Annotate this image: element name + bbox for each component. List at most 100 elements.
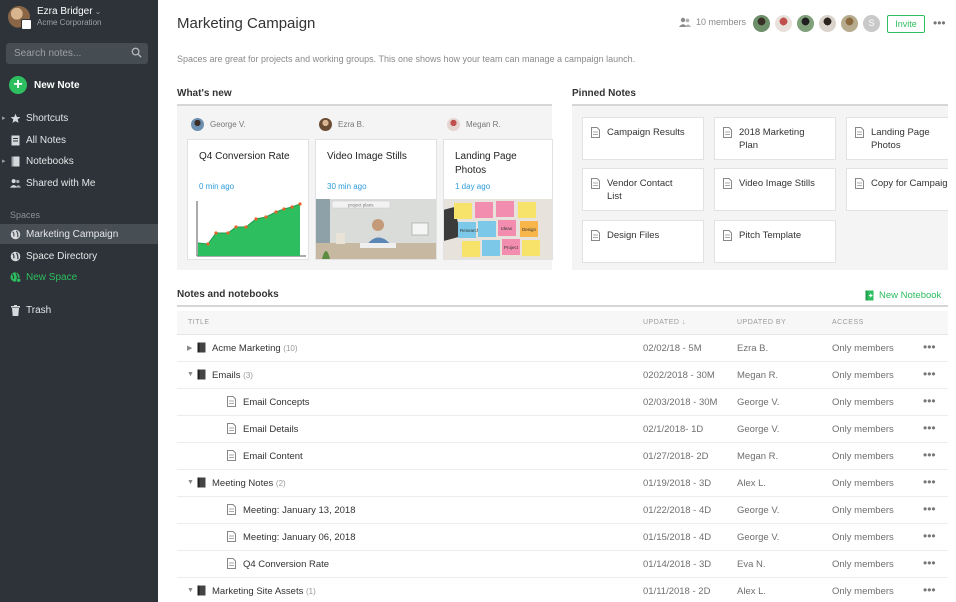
row-more-icon[interactable]: •••	[923, 421, 936, 435]
pinned-note[interactable]: Pitch Template	[714, 220, 836, 263]
sidebar-item-new-space[interactable]: New Space	[0, 267, 158, 287]
new-note-button[interactable]: + New Note	[9, 76, 80, 94]
account-names: Ezra Bridger ⌄ Acme Corporation	[37, 6, 101, 28]
table-row[interactable]: ▶ Acme Marketing (10) 02/02/18 - 5M Ezra…	[177, 335, 948, 362]
col-access[interactable]: ACCESS	[832, 319, 864, 326]
collapse-arrow-icon[interactable]: ▼	[187, 371, 194, 378]
pinned-note[interactable]: Design Files	[582, 220, 704, 263]
row-more-icon[interactable]: •••	[923, 340, 936, 354]
row-updated-by: Alex L.	[737, 586, 767, 597]
table-row[interactable]: ▼ Marketing Site Assets (1) 01/11/2018 -…	[177, 578, 948, 602]
row-more-icon[interactable]: •••	[923, 556, 936, 570]
row-updated-by: George V.	[737, 532, 780, 543]
note-icon	[723, 127, 732, 141]
pinned-note[interactable]: Copy for Campaign	[846, 168, 948, 211]
expand-arrow-icon[interactable]: ▶	[187, 344, 192, 352]
row-access: Only members	[832, 505, 894, 516]
row-updated: 01/15/2018 - 4D	[643, 532, 712, 543]
table-row[interactable]: ▼ Emails (3) 0202/2018 - 30M Megan R. On…	[177, 362, 948, 389]
row-more-icon[interactable]: •••	[923, 394, 936, 408]
collapse-arrow-icon[interactable]: ▼	[187, 479, 194, 486]
table-row[interactable]: Q4 Conversion Rate 01/14/2018 - 3D Eva N…	[177, 551, 948, 578]
table-row[interactable]: Meeting: January 06, 2018 01/15/2018 - 4…	[177, 524, 948, 551]
card-time: 0 min ago	[199, 182, 235, 191]
col-updated[interactable]: UPDATED ↓	[643, 319, 686, 326]
row-more-icon[interactable]: •••	[923, 502, 936, 516]
row-updated-by: Megan R.	[737, 370, 779, 381]
row-more-icon[interactable]: •••	[923, 583, 936, 597]
user-name: Ezra Bridger	[37, 6, 93, 17]
pinned-note[interactable]: Campaign Results	[582, 117, 704, 160]
avatar[interactable]	[752, 14, 771, 33]
avatar	[447, 118, 460, 131]
globe-icon	[10, 251, 21, 262]
new-notebook-button[interactable]: New Notebook	[865, 290, 941, 301]
table-row[interactable]: Email Content 01/27/2018- 2D Megan R. On…	[177, 443, 948, 470]
members-count[interactable]: 10 members	[679, 17, 746, 27]
more-options-icon[interactable]: •••	[933, 16, 946, 30]
row-more-icon[interactable]: •••	[923, 448, 936, 462]
table-row[interactable]: Email Concepts 02/03/2018 - 30M George V…	[177, 389, 948, 416]
sticky-note-text: Research	[460, 228, 480, 233]
whats-new-item: George V. Q4 Conversion Rate 0 min ago	[177, 106, 309, 270]
table-row[interactable]: Email Details 02/1/2018- 1D George V. On…	[177, 416, 948, 443]
search-input[interactable]: Search notes...	[6, 43, 148, 64]
row-more-icon[interactable]: •••	[923, 367, 936, 381]
row-more-icon[interactable]: •••	[923, 529, 936, 543]
avatar[interactable]	[818, 14, 837, 33]
row-access: Only members	[832, 559, 894, 570]
account-switcher[interactable]: Ezra Bridger ⌄ Acme Corporation	[8, 6, 101, 30]
table-row[interactable]: Meeting: January 13, 2018 01/22/2018 - 4…	[177, 497, 948, 524]
row-access: Only members	[832, 478, 894, 489]
pinned-note[interactable]: Vendor Contact List	[582, 168, 704, 211]
table-row[interactable]: ▼ Meeting Notes (2) 01/19/2018 - 3D Alex…	[177, 470, 948, 497]
sidebar-item-notebooks[interactable]: ▸ Notebooks	[0, 151, 158, 171]
sidebar-item-shortcuts[interactable]: ▸ Shortcuts	[0, 108, 158, 128]
row-count: (1)	[306, 587, 316, 596]
sidebar-item-all-notes[interactable]: All Notes	[0, 130, 158, 150]
avatar[interactable]	[796, 14, 815, 33]
row-updated-by: George V.	[737, 397, 780, 408]
row-title: Email Details	[243, 424, 299, 435]
pinned-note[interactable]: Video Image Stills	[714, 168, 836, 211]
whats-new-item: Megan R. Landing Page Photos 1 day ago R…	[433, 106, 555, 270]
search-placeholder: Search notes...	[14, 48, 82, 59]
notebook-plus-icon	[865, 290, 874, 301]
photo-thumbnail: Research Ideas Design Project	[444, 199, 552, 259]
row-access: Only members	[832, 370, 894, 381]
divider	[177, 305, 948, 307]
row-more-icon[interactable]: •••	[923, 475, 936, 489]
collapse-arrow-icon[interactable]: ▼	[187, 587, 194, 594]
main-content: Marketing Campaign 10 members S Invite •…	[158, 0, 956, 602]
row-updated-by: George V.	[737, 505, 780, 516]
col-updated-by[interactable]: UPDATED BY	[737, 319, 786, 326]
sidebar-item-shared-with-me[interactable]: Shared with Me	[0, 173, 158, 193]
sticky-note-text: Design	[522, 227, 537, 232]
note-card[interactable]: Q4 Conversion Rate 0 min ago	[187, 139, 309, 260]
pinned-note[interactable]: 2018 Marketing Plan	[714, 117, 836, 160]
expand-arrow-icon: ▸	[2, 158, 6, 165]
sidebar-item-space-directory[interactable]: Space Directory	[0, 246, 158, 266]
row-updated: 01/22/2018 - 4D	[643, 505, 712, 516]
pinned-note[interactable]: Landing Page Photos	[846, 117, 948, 160]
note-card[interactable]: Video Image Stills 30 min ago project pl…	[315, 139, 437, 260]
author-name: George V.	[210, 120, 246, 129]
row-title: Email Concepts	[243, 397, 310, 408]
row-count: (3)	[243, 371, 253, 380]
trash-icon	[10, 304, 21, 316]
sidebar-item-label: Trash	[26, 304, 52, 316]
card-time: 1 day ago	[455, 182, 491, 191]
user-avatar	[8, 6, 32, 30]
col-title[interactable]: TITLE	[188, 319, 210, 326]
sidebar-item-marketing-campaign[interactable]: Marketing Campaign	[0, 224, 158, 244]
avatar[interactable]	[774, 14, 793, 33]
avatar[interactable]	[840, 14, 859, 33]
avatar[interactable]: S	[862, 14, 881, 33]
sidebar-item-trash[interactable]: Trash	[0, 300, 158, 320]
row-updated: 02/1/2018- 1D	[643, 424, 704, 435]
pinned-note-title: Copy for Campaign	[871, 178, 948, 189]
search-icon	[131, 47, 142, 61]
invite-button[interactable]: Invite	[887, 15, 925, 33]
note-card[interactable]: Landing Page Photos 1 day ago Research I…	[443, 139, 553, 260]
whats-new-item: Ezra B. Video Image Stills 30 min ago pr…	[305, 106, 437, 270]
